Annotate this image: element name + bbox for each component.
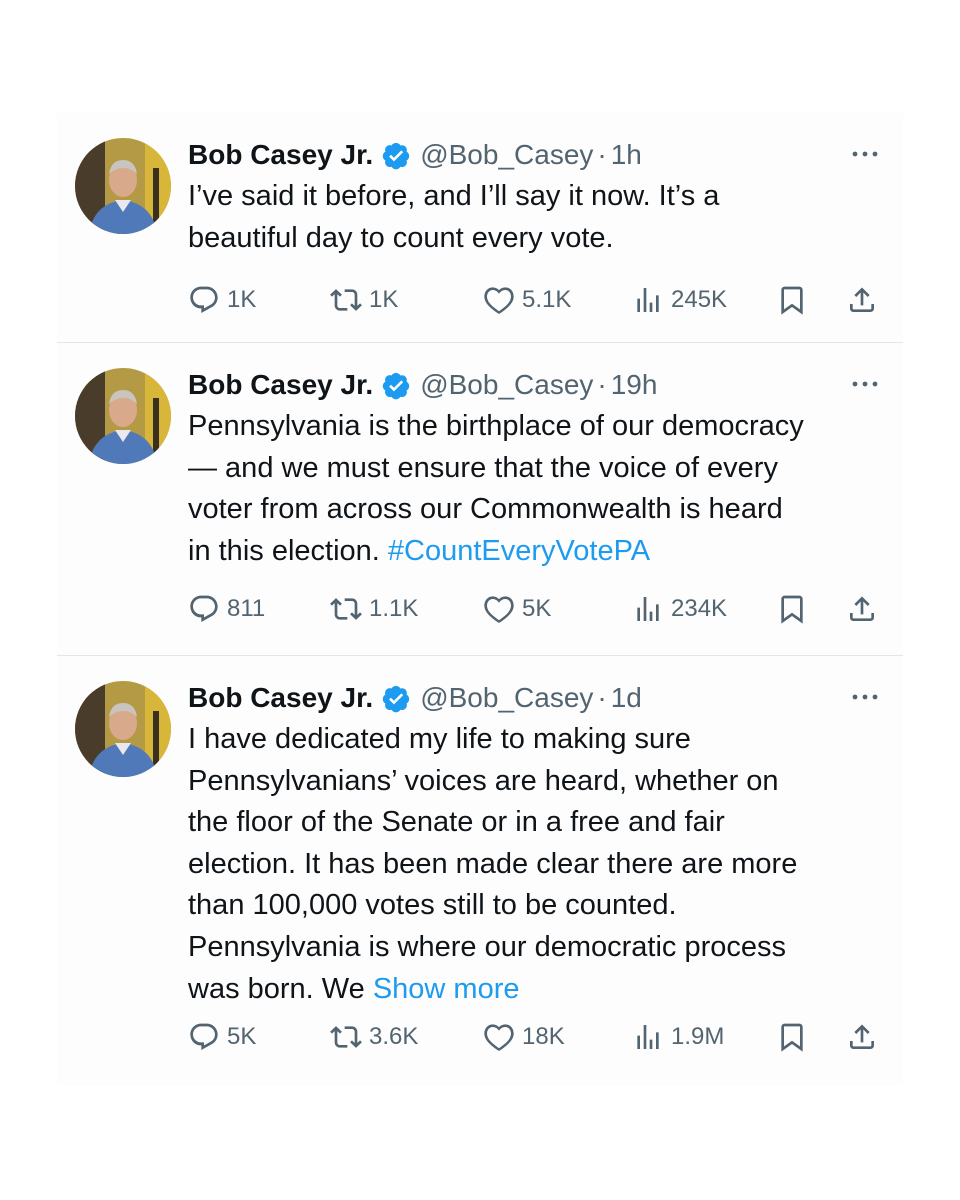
tweet-header: Bob Casey Jr. @Bob_Casey · 1h [188, 137, 881, 173]
reply-icon [190, 1023, 218, 1050]
share-button[interactable] [846, 589, 878, 629]
bookmark-button[interactable] [776, 589, 808, 629]
reply-count: 5K [227, 1023, 257, 1050]
avatar[interactable] [75, 138, 171, 234]
repost-icon [330, 1026, 362, 1048]
tweet[interactable]: Bob Casey Jr. @Bob_Casey · 1d I have ded… [57, 656, 903, 1086]
view-count: 234K [671, 595, 728, 622]
tweet-body: Bob Casey Jr. @Bob_Casey · 19h Pennsylva… [188, 367, 881, 572]
timestamp[interactable]: 1d [611, 682, 642, 714]
share-icon [850, 596, 874, 621]
like-button[interactable]: 5.1K [483, 280, 571, 320]
views-icon [637, 1025, 659, 1049]
reply-button[interactable]: 1K [188, 280, 256, 320]
repost-button[interactable]: 3.6K [330, 1017, 418, 1057]
repost-button[interactable]: 1.1K [330, 589, 418, 629]
like-count: 18K [522, 1023, 565, 1050]
reply-button[interactable]: 811 [188, 589, 265, 629]
separator-dot: · [597, 682, 607, 713]
tweet-body: Bob Casey Jr. @Bob_Casey · 1d I have ded… [188, 680, 881, 1010]
bookmark-button[interactable] [776, 280, 808, 320]
more-dots-icon[interactable] [849, 369, 881, 399]
repost-count: 1.1K [369, 595, 419, 622]
repost-icon [330, 289, 362, 311]
avatar[interactable] [75, 368, 171, 464]
timestamp[interactable]: 19h [611, 369, 658, 401]
tweet-text: Pennsylvania is the birthplace of our de… [188, 406, 881, 572]
author-handle[interactable]: @Bob_Casey [420, 139, 593, 171]
views-icon [637, 288, 659, 312]
tweet-text-content: I have dedicated my life to making sure … [188, 723, 798, 1005]
views-button[interactable]: 234K [632, 589, 727, 629]
like-button[interactable]: 18K [483, 1017, 565, 1057]
tweet-header: Bob Casey Jr. @Bob_Casey · 1d [188, 680, 881, 716]
author-name[interactable]: Bob Casey Jr. [188, 139, 373, 171]
tweet-actions: 5K 3.6K 18K 1.9M [188, 1017, 888, 1057]
bookmark-icon [781, 286, 803, 315]
repost-count: 3.6K [369, 1023, 419, 1050]
tweet-actions: 1K 1K 5.1K 245K [188, 280, 888, 320]
bookmark-icon [781, 595, 803, 624]
tweet-actions: 811 1.1K 5K 234K [188, 589, 888, 629]
tweet-feed: Bob Casey Jr. @Bob_Casey · 1h I’ve said … [57, 113, 903, 1086]
verified-badge-icon [382, 684, 411, 713]
share-button[interactable] [846, 1017, 878, 1057]
tweet[interactable]: Bob Casey Jr. @Bob_Casey · 1h I’ve said … [57, 113, 903, 343]
verified-badge-icon [382, 371, 411, 400]
share-icon [850, 1024, 874, 1049]
reply-icon [190, 286, 218, 313]
tweet-text: I have dedicated my life to making sure … [188, 719, 881, 1010]
bookmark-button[interactable] [776, 1017, 808, 1057]
bookmark-icon [781, 1023, 803, 1052]
separator-dot: · [597, 139, 607, 170]
views-button[interactable]: 1.9M [632, 1017, 724, 1057]
share-icon [850, 287, 874, 312]
avatar[interactable] [75, 681, 171, 777]
views-icon [637, 597, 659, 621]
like-count: 5.1K [522, 286, 572, 313]
author-handle[interactable]: @Bob_Casey [420, 682, 593, 714]
reply-count: 1K [227, 286, 257, 313]
tweet-text: I’ve said it before, and I’ll say it now… [188, 176, 881, 259]
heart-icon [484, 1024, 514, 1051]
repost-button[interactable]: 1K [330, 280, 398, 320]
tweet-text-content: I’ve said it before, and I’ll say it now… [188, 180, 720, 254]
timestamp[interactable]: 1h [611, 139, 642, 171]
tweet-header: Bob Casey Jr. @Bob_Casey · 19h [188, 367, 881, 403]
verified-badge-icon [382, 141, 411, 170]
like-count: 5K [522, 595, 552, 622]
repost-icon [330, 598, 362, 620]
share-button[interactable] [846, 280, 878, 320]
more-dots-icon[interactable] [849, 682, 881, 712]
reply-button[interactable]: 5K [188, 1017, 256, 1057]
heart-icon [484, 287, 514, 314]
tweet[interactable]: Bob Casey Jr. @Bob_Casey · 19h Pennsylva… [57, 343, 903, 656]
separator-dot: · [597, 369, 607, 400]
reply-count: 811 [227, 595, 266, 622]
author-handle[interactable]: @Bob_Casey [420, 369, 593, 401]
more-dots-icon[interactable] [849, 139, 881, 169]
author-name[interactable]: Bob Casey Jr. [188, 369, 373, 401]
hashtag-link[interactable]: #CountEveryVotePA [388, 535, 650, 567]
tweet-body: Bob Casey Jr. @Bob_Casey · 1h I’ve said … [188, 137, 881, 259]
author-name[interactable]: Bob Casey Jr. [188, 682, 373, 714]
repost-count: 1K [369, 286, 399, 313]
heart-icon [484, 596, 514, 623]
reply-icon [190, 595, 218, 622]
view-count: 1.9M [671, 1023, 725, 1050]
show-more-link[interactable]: Show more [373, 973, 520, 1005]
view-count: 245K [671, 286, 728, 313]
like-button[interactable]: 5K [483, 589, 551, 629]
views-button[interactable]: 245K [632, 280, 727, 320]
